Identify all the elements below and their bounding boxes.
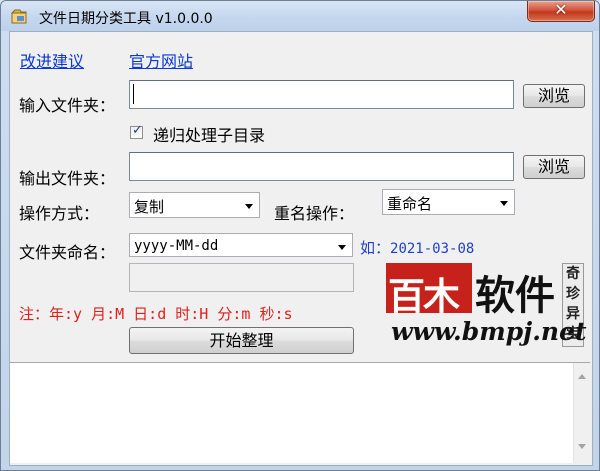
output-folder-field[interactable] [129,152,514,181]
logo-url: www.bmpj.net [391,317,587,346]
rename-value: 重命名 [387,195,433,213]
logo-side-char: 奇 [566,266,580,282]
chevron-down-icon [338,245,346,250]
input-browse-button[interactable]: 浏览 [523,84,585,108]
output-browse-button[interactable]: 浏览 [523,155,585,179]
naming-example-prefix: 如： [360,239,391,257]
operation-label: 操作方式： [19,204,100,223]
logo-name: 百木 [388,274,460,318]
rename-select[interactable]: 重命名 [382,189,515,215]
scroll-down-icon[interactable] [578,444,586,449]
close-button[interactable]: ✕ [527,0,595,22]
operation-value: 复制 [134,198,165,216]
scroll-up-icon[interactable] [578,374,586,379]
log-scrollbar[interactable] [573,363,590,463]
naming-example-value: 2021-03-08 [390,241,475,257]
text-caret [133,84,134,104]
recursive-label: 递归处理子目录 [153,126,266,145]
website-link[interactable]: 官方网站 [129,48,193,72]
brand-logo: 百木 软件 奇 珍 异 宝 www.bmpj.net [386,263,587,355]
log-output[interactable] [10,362,590,463]
suggest-link[interactable]: 改进建议 [20,48,84,72]
window-title: 文件日期分类工具 v1.0.0.0 [39,11,213,27]
naming-example: 如：2021-03-08 [360,237,474,258]
start-button[interactable]: 开始整理 [129,327,354,354]
logo-side-char: 珍 [566,286,580,302]
logo-mark: 百木 [386,263,472,318]
format-note: 注：年:y 月:M 日:d 时:H 分:m 秒:s [19,305,293,323]
app-window: 文件日期分类工具 v1.0.0.0 ✕ 改进建议 官方网站 输入文件夹： 浏览 … [0,0,600,471]
folder-naming-label: 文件夹命名： [19,243,116,262]
client-area: 改进建议 官方网站 输入文件夹： 浏览 ✓ 递归处理子目录 输出文件夹： 浏览 … [9,31,593,466]
output-folder-label: 输出文件夹： [19,169,116,188]
title-bar: 文件日期分类工具 v1.0.0.0 ✕ [1,0,599,31]
input-folder-label: 输入文件夹： [19,96,116,115]
preview-field [129,263,354,292]
logo-soft: 软件 [475,272,555,319]
close-icon: ✕ [554,0,568,19]
folder-naming-value: yyyy-MM-dd [134,238,219,254]
operation-select[interactable]: 复制 [129,192,260,218]
check-icon: ✓ [132,123,143,138]
folder-naming-select[interactable]: yyyy-MM-dd [129,233,353,257]
input-folder-field[interactable] [129,80,514,109]
app-icon [11,9,27,24]
recursive-checkbox[interactable]: ✓ [130,123,143,139]
chevron-down-icon [500,201,508,206]
rename-label: 重名操作： [274,204,355,223]
chevron-down-icon [245,204,253,209]
